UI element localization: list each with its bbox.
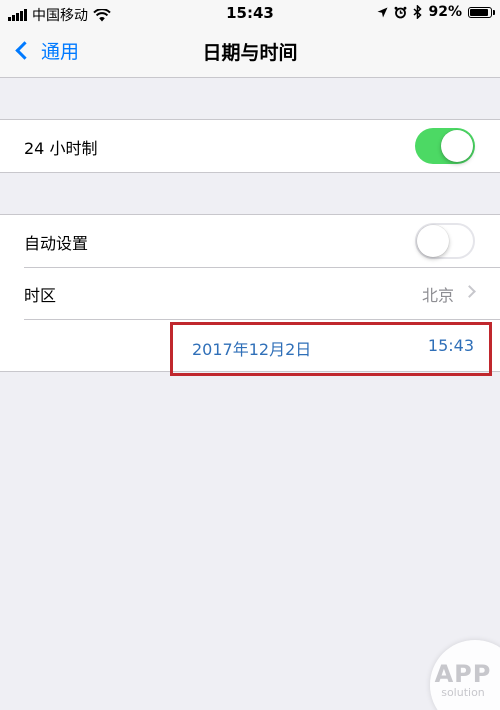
watermark-logo: APP solution: [430, 640, 500, 710]
battery-icon: [468, 6, 495, 18]
auto-set-row: 自动设置: [0, 215, 500, 267]
navigation-bar: 通用 日期与时间: [0, 26, 500, 78]
battery-fill: [470, 8, 489, 16]
battery-percent: 92%: [428, 4, 462, 20]
location-arrow-icon: [377, 7, 388, 17]
hour24-toggle[interactable]: [415, 128, 475, 164]
auto-set-toggle[interactable]: [415, 223, 475, 259]
timezone-value: 北京: [421, 286, 454, 305]
bluetooth-icon: [413, 5, 423, 19]
page-title: 日期与时间: [202, 42, 298, 64]
alarm-icon: [395, 6, 407, 18]
status-bar: 中国移动 15:43 92%: [0, 0, 500, 26]
timezone-label: 时区: [24, 286, 57, 305]
hour-format-group: 24 小时制: [0, 119, 500, 173]
highlight-box: [170, 322, 492, 376]
status-right: 92%: [377, 4, 495, 20]
auto-set-label: 自动设置: [24, 234, 89, 253]
toggle-knob: [441, 130, 473, 162]
chevron-right-icon: [463, 285, 476, 298]
timezone-row[interactable]: 时区 北京: [0, 267, 500, 319]
hour24-label: 24 小时制: [24, 139, 98, 158]
watermark-text: APP: [434, 660, 492, 688]
toggle-knob: [417, 225, 449, 257]
hour24-row: 24 小时制: [0, 120, 500, 172]
